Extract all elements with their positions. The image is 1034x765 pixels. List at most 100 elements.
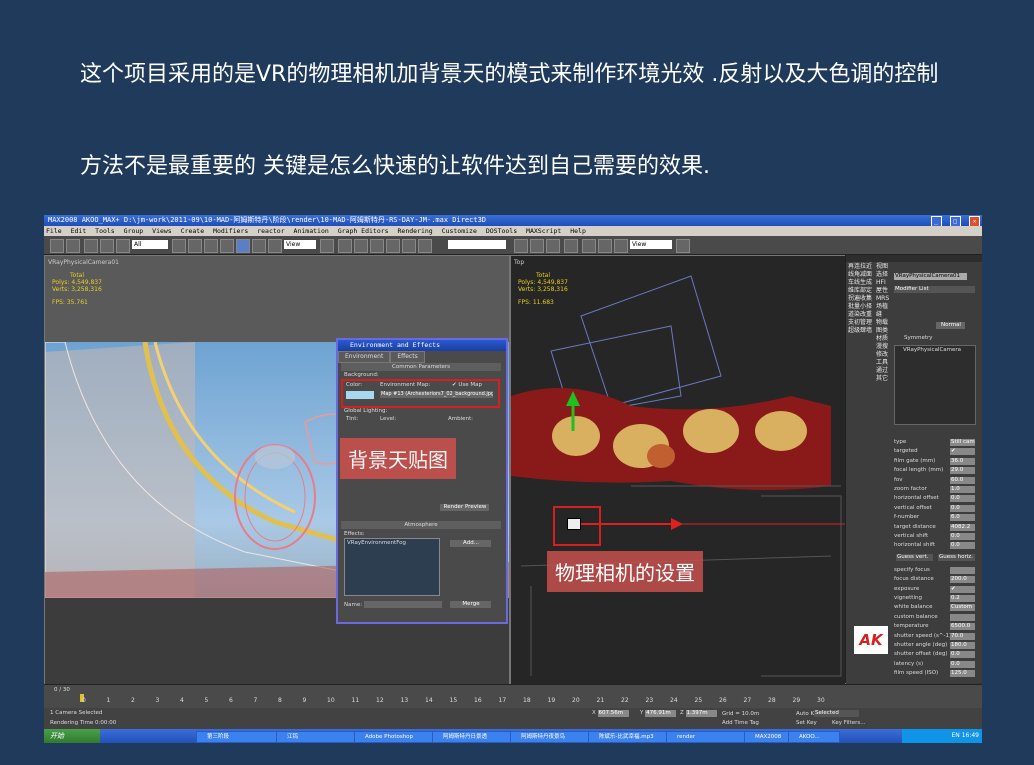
taskbar-item[interactable]: Adobe Photoshop	[354, 731, 436, 743]
param-value[interactable]: 180.0	[950, 642, 975, 649]
plugin-item[interactable]: HFI	[876, 279, 890, 287]
effects-list[interactable]: VRayEnvironmentFog	[344, 538, 440, 596]
plugin-item[interactable]: 修改	[876, 351, 890, 359]
move-icon[interactable]	[236, 239, 250, 253]
layer-manager-icon[interactable]	[514, 239, 528, 253]
plugin-item[interactable]: 缝	[876, 311, 890, 319]
param-value[interactable]: 6500.0	[950, 623, 975, 631]
param-value[interactable]: Custom	[950, 604, 975, 612]
snap-icon[interactable]	[338, 239, 352, 253]
taskbar-item[interactable]: 江钨	[276, 731, 358, 743]
param-value[interactable]: 125.0	[950, 670, 975, 678]
plugin-item[interactable]: 工具	[876, 359, 890, 367]
object-name-field[interactable]: VRayPhysicalCamera01	[894, 273, 967, 280]
key-filters-button[interactable]: Key Filters...	[832, 720, 865, 726]
taskbar-item[interactable]: 陈斌乐-比武幸福.mp3	[588, 731, 670, 743]
plugin-item[interactable]: 物载	[876, 319, 890, 327]
quick-render-icon[interactable]	[676, 239, 690, 253]
menu-graph-editors[interactable]: Graph Editors	[338, 227, 389, 235]
material-editor-icon[interactable]	[564, 239, 578, 253]
menu-help[interactable]: Help	[570, 227, 586, 235]
menu-group[interactable]: Group	[124, 227, 144, 235]
modifier-list-dropdown[interactable]: Modifier List	[894, 286, 975, 293]
tab-effects[interactable]: Effects	[390, 351, 425, 363]
menu-tools[interactable]: Tools	[95, 227, 115, 235]
curve-editor-icon[interactable]	[530, 239, 544, 253]
z-coord-field[interactable]: 1.397m	[685, 710, 717, 717]
tab-environment[interactable]: Environment	[338, 351, 391, 363]
param-value[interactable]: 0.2	[950, 595, 975, 602]
x-coord-field[interactable]: 607.56m	[597, 710, 629, 717]
param-value[interactable]: 0.0	[950, 542, 975, 550]
plugin-item[interactable]: 场植	[876, 303, 890, 311]
taskbar-item[interactable]: 第三阶段	[196, 731, 278, 743]
param-value[interactable]: 0.0	[950, 504, 975, 512]
plugin-item[interactable]: 屋性	[876, 287, 890, 295]
top-viewport[interactable]: Top Total Polys: 4,549,837 Verts: 3,258,…	[510, 255, 846, 685]
taskbar-item[interactable]: render	[666, 731, 748, 743]
env-map-button[interactable]: Map #13 (Archexteriors7_02_background.jp…	[380, 391, 493, 398]
mirror-icon[interactable]	[402, 239, 416, 253]
param-value[interactable]: 4082.2	[950, 523, 975, 531]
redo-icon[interactable]	[66, 239, 80, 253]
scale-icon[interactable]	[268, 239, 282, 253]
menu-maxscript[interactable]: MAXScript	[526, 227, 561, 235]
menu-views[interactable]: Views	[152, 227, 172, 235]
modifier-stack[interactable]: VRayPhysicalCamera	[894, 345, 976, 425]
common-params-rollout[interactable]: Common Parameters	[341, 363, 501, 371]
frame-counter[interactable]: 0 / 30	[54, 687, 70, 693]
guess-horiz-button[interactable]: Guess horiz.	[938, 553, 975, 561]
plugin-item[interactable]: 视图	[876, 263, 890, 271]
rect-select-icon[interactable]	[204, 239, 218, 253]
param-value[interactable]: 70.0	[950, 632, 975, 640]
plugin-item[interactable]: 材质	[876, 335, 890, 343]
schematic-view-icon[interactable]	[546, 239, 560, 253]
menu-rendering[interactable]: Rendering	[398, 227, 433, 235]
set-key-button[interactable]: Set Key	[796, 720, 817, 726]
effect-item[interactable]: VRayEnvironmentFog	[347, 540, 406, 546]
menu-create[interactable]: Create	[181, 227, 204, 235]
param-value[interactable]: 60.0	[950, 476, 975, 484]
render-area-dropdown[interactable]: View	[630, 240, 672, 249]
normal-button[interactable]: Normal	[936, 322, 965, 329]
rotate-icon[interactable]	[252, 239, 266, 253]
menu-modifiers[interactable]: Modifiers	[213, 227, 248, 235]
system-tray-clock[interactable]: EN 16:49	[902, 729, 982, 743]
background-color-swatch[interactable]	[346, 391, 374, 399]
menu-reactor[interactable]: reactor	[257, 227, 284, 235]
viewport-label[interactable]: VRayPhysicalCamera01	[48, 259, 119, 266]
param-value[interactable]: 200.0	[950, 576, 975, 584]
selection-filter-dropdown[interactable]: All	[132, 240, 168, 249]
name-field[interactable]	[364, 601, 442, 608]
render-icon[interactable]	[614, 239, 628, 253]
param-value[interactable]: 0.0	[950, 651, 975, 659]
add-button[interactable]: Add...	[450, 540, 491, 547]
param-value[interactable]: ✔	[950, 448, 975, 456]
render-setup-icon[interactable]	[582, 239, 596, 253]
param-value[interactable]: ✔	[950, 585, 975, 593]
use-map-checkbox[interactable]: ✔ Use Map	[452, 382, 482, 388]
param-value[interactable]	[950, 566, 975, 574]
link-icon[interactable]	[84, 239, 98, 253]
menu-file[interactable]: File	[46, 227, 62, 235]
selected-dropdown[interactable]: Selected	[814, 710, 859, 717]
start-button[interactable]: 开始	[44, 729, 100, 743]
camera-icon[interactable]	[567, 518, 581, 530]
y-coord-field[interactable]: 476.91m	[645, 710, 677, 717]
add-time-tag-button[interactable]: Add Time Tag	[722, 720, 759, 726]
align-icon[interactable]	[418, 239, 432, 253]
param-value[interactable]: 0.0	[950, 533, 975, 540]
plugin-item[interactable]: 选择	[876, 271, 890, 279]
window-crossing-icon[interactable]	[220, 239, 234, 253]
taskbar-item[interactable]: 阿姆斯特丹夜景鸟	[510, 731, 592, 743]
param-value[interactable]: 1.0	[950, 486, 975, 493]
guess-vert-button[interactable]: Guess vert.	[896, 553, 933, 561]
bind-space-warp-icon[interactable]	[116, 239, 130, 253]
select-by-name-icon[interactable]	[188, 239, 202, 253]
param-value[interactable]	[950, 613, 975, 621]
param-value[interactable]: 6.0	[950, 514, 975, 522]
param-value[interactable]: 36.0	[950, 457, 975, 465]
param-value[interactable]: 29.0	[950, 467, 975, 475]
timeline[interactable]: 0 / 30 0 1 2 3 4 5 6 7 8 9 10 11 12 13 14 15 16 17 18 19 20 2…	[44, 684, 982, 709]
menu-edit[interactable]: Edit	[71, 227, 87, 235]
